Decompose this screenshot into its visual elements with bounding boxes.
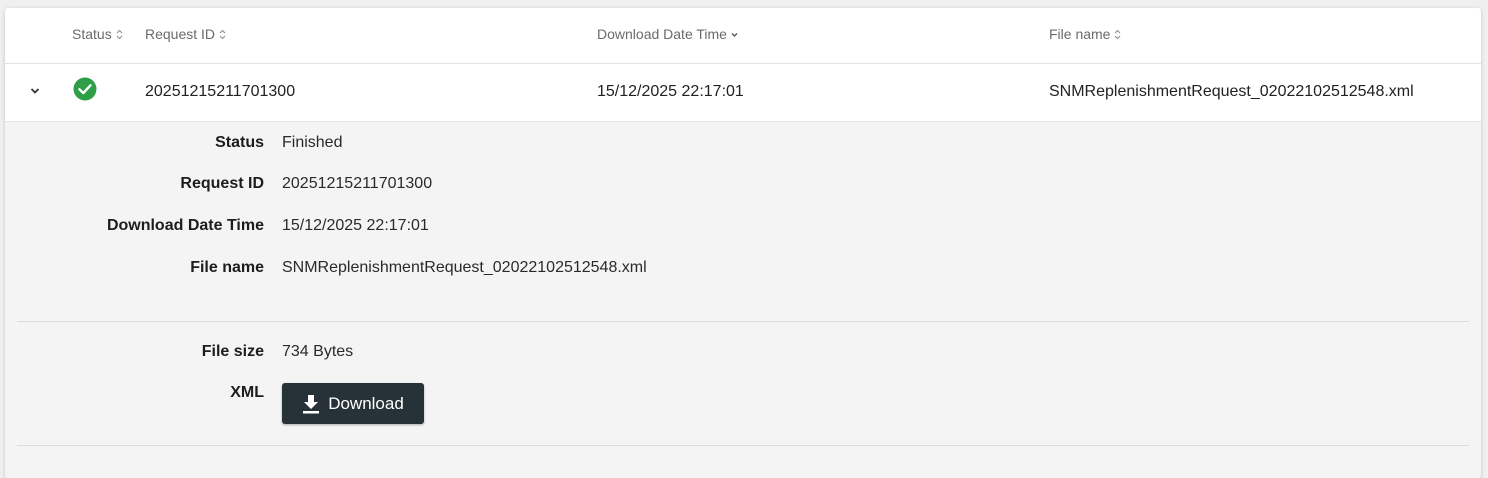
sort-icon bbox=[116, 29, 123, 39]
column-header-status-label: Status bbox=[72, 26, 112, 42]
sort-descending-icon bbox=[731, 32, 738, 37]
download-button-label: Download bbox=[328, 393, 404, 413]
divider bbox=[17, 321, 1469, 322]
check-circle-icon bbox=[73, 77, 97, 101]
column-header-status[interactable]: Status bbox=[72, 26, 123, 42]
detail-file-size-value: 734 Bytes bbox=[282, 343, 354, 360]
detail-download-date-time-value: 15/12/2025 22:17:01 bbox=[282, 217, 429, 234]
download-date-time-cell: 15/12/2025 22:17:01 bbox=[597, 83, 744, 100]
detail-download-date-time-label: Download Date Time bbox=[106, 217, 264, 234]
detail-file-name-label: File name bbox=[190, 259, 264, 276]
column-header-download-date-time[interactable]: Download Date Time bbox=[597, 26, 738, 42]
detail-request-id-value: 20251215211701300 bbox=[282, 175, 433, 192]
detail-file-name-value: SNMReplenishmentRequest_02022102512548.x… bbox=[282, 259, 647, 276]
sort-icon bbox=[1115, 29, 1121, 39]
column-header-request-id-label: Request ID bbox=[145, 26, 216, 42]
file-name-cell: SNMReplenishmentRequest_02022102512548.x… bbox=[1049, 83, 1414, 100]
download-icon bbox=[303, 394, 320, 413]
column-header-download-date-time-label: Download Date Time bbox=[597, 26, 727, 42]
detail-status-value: Finished bbox=[282, 134, 343, 151]
download-button[interactable]: Download bbox=[282, 383, 424, 424]
detail-status-label: Status bbox=[215, 134, 264, 151]
row-details: Status Finished Request ID 2025121521170… bbox=[5, 122, 1481, 478]
column-header-request-id[interactable]: Request ID bbox=[145, 26, 226, 42]
request-id-cell: 20251215211701300 bbox=[145, 83, 296, 100]
detail-request-id-label: Request ID bbox=[180, 175, 264, 192]
requests-table: Status Request ID Download Date Time Fil… bbox=[5, 8, 1481, 478]
detail-xml-label: XML bbox=[230, 384, 264, 401]
divider bbox=[17, 445, 1469, 446]
detail-file-size-label: File size bbox=[201, 343, 264, 360]
chevron-down-icon[interactable] bbox=[29, 85, 41, 97]
table-header: Status Request ID Download Date Time Fil… bbox=[5, 8, 1481, 64]
table-row[interactable]: 20251215211701300 15/12/2025 22:17:01 SN… bbox=[5, 64, 1481, 122]
sort-icon bbox=[219, 29, 226, 39]
column-header-file-name[interactable]: File name bbox=[1049, 26, 1121, 42]
column-header-file-name-label: File name bbox=[1049, 26, 1111, 42]
